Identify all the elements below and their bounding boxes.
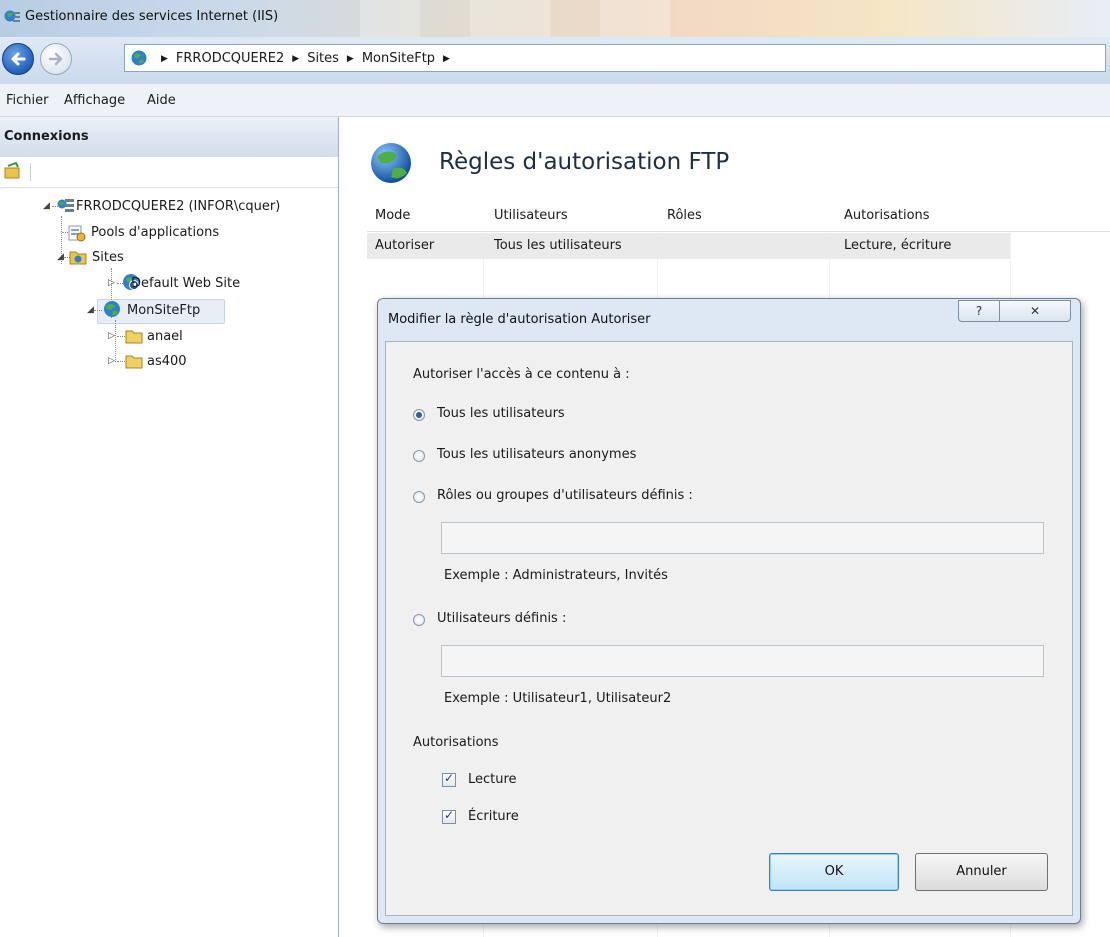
- tree-label-sites: Sites: [92, 250, 124, 265]
- column-header-users[interactable]: Utilisateurs: [494, 208, 568, 223]
- collapse-icon[interactable]: ◢: [57, 252, 64, 262]
- access-prompt: Autoriser l'accès à ce contenu à :: [413, 367, 630, 382]
- globe-icon: [131, 50, 147, 66]
- window-titlebar: Gestionnaire des services Internet (IIS): [0, 0, 1110, 37]
- breadcrumb-item-sites[interactable]: Sites: [307, 51, 339, 66]
- titlebar-glass-decoration: [600, 0, 670, 37]
- column-header-roles[interactable]: Rôles: [667, 208, 702, 223]
- radio-specified-users[interactable]: [413, 614, 425, 626]
- cell-users: Tous les utilisateurs: [494, 238, 622, 253]
- tree-label-default-site: Default Web Site: [131, 276, 241, 291]
- tree-label-folder-anael: anael: [147, 329, 183, 344]
- server-icon: [57, 199, 74, 212]
- users-example: Exemple : Utilisateur1, Utilisateur2: [444, 691, 672, 706]
- permissions-heading: Autorisations: [413, 735, 499, 750]
- menu-fichier[interactable]: Fichier: [6, 93, 49, 108]
- tree-label-server: FRRODCQUERE2 (INFOR\cquer): [76, 199, 281, 214]
- edit-rule-dialog: Modifier la règle d'autorisation Autoris…: [377, 298, 1081, 924]
- tree-item-server[interactable]: ◢ FRRODCQUERE2 (INFOR\cquer): [0, 196, 338, 218]
- connections-title: Connexions: [4, 129, 89, 144]
- globe-icon: [371, 143, 411, 183]
- help-icon: ?: [975, 304, 983, 318]
- roles-input[interactable]: [441, 522, 1044, 554]
- expand-icon[interactable]: ▷: [108, 278, 115, 288]
- cell-permissions: Lecture, écriture: [844, 238, 952, 253]
- menu-aide[interactable]: Aide: [147, 93, 176, 108]
- tree-item-folder-as400[interactable]: ▷ as400: [0, 351, 338, 373]
- connections-header: Connexions: [0, 117, 338, 158]
- tree-connector: [117, 336, 125, 337]
- label-all-users[interactable]: Tous les utilisateurs: [437, 406, 565, 421]
- tree-item-pools[interactable]: Pools d'applications: [0, 222, 338, 244]
- breadcrumb-separator-icon[interactable]: ▶: [347, 54, 354, 64]
- window-title: Gestionnaire des services Internet (IIS): [25, 9, 279, 24]
- tree-connector: [117, 361, 125, 362]
- titlebar-glass-decoration: [360, 0, 420, 37]
- navigation-bar: ▶ FRRODCQUERE2 ▶ Sites ▶ MonSiteFtp ▶: [0, 37, 1110, 85]
- tree-connector: [94, 310, 102, 311]
- menu-affichage[interactable]: Affichage: [64, 93, 125, 108]
- users-input[interactable]: [441, 645, 1044, 677]
- close-icon: ✕: [1029, 304, 1041, 318]
- table-row[interactable]: Autoriser Tous les utilisateurs Lecture,…: [367, 233, 1010, 259]
- connect-icon[interactable]: [4, 162, 22, 180]
- address-bar[interactable]: ▶ FRRODCQUERE2 ▶ Sites ▶ MonSiteFtp ▶: [124, 44, 1106, 72]
- collapse-icon[interactable]: ◢: [87, 305, 94, 315]
- connections-toolbar: [0, 157, 338, 188]
- label-read[interactable]: Lecture: [468, 772, 517, 787]
- breadcrumb-separator-icon[interactable]: ▶: [443, 54, 450, 64]
- forward-button[interactable]: [40, 43, 72, 75]
- tree-item-default-site[interactable]: ▷ Default Web Site: [0, 273, 338, 295]
- arrow-left-icon: [11, 52, 26, 66]
- radio-roles-groups[interactable]: [413, 491, 425, 503]
- menu-bar: Fichier Affichage Aide: [0, 84, 1110, 117]
- column-header-mode[interactable]: Mode: [375, 208, 410, 223]
- collapse-icon[interactable]: ◢: [43, 201, 50, 211]
- tree-item-sites[interactable]: ◢ Sites: [0, 247, 338, 269]
- breadcrumb-separator-icon[interactable]: ▶: [292, 54, 299, 64]
- tree-item-ftp-site[interactable]: ◢ MonSiteFtp: [0, 300, 338, 322]
- help-button[interactable]: ?: [958, 300, 1000, 322]
- breadcrumb-separator-icon[interactable]: ▶: [161, 54, 168, 64]
- breadcrumb-item-server[interactable]: FRRODCQUERE2: [176, 51, 284, 66]
- sites-folder-icon: [69, 251, 87, 265]
- label-specified-users[interactable]: Utilisateurs définis :: [437, 611, 566, 626]
- dialog-body: Autoriser l'accès à ce contenu à : Tous …: [385, 341, 1073, 916]
- globe-icon: [104, 301, 120, 317]
- checkmark-icon: ✓: [444, 771, 455, 785]
- write-checkbox[interactable]: ✓: [442, 808, 456, 824]
- close-button[interactable]: ✕: [999, 300, 1071, 322]
- checkmark-icon: ✓: [444, 808, 455, 822]
- tree-item-folder-anael[interactable]: ▷ anael: [0, 326, 338, 348]
- page-title: Règles d'autorisation FTP: [439, 149, 730, 175]
- ok-button[interactable]: OK: [769, 853, 899, 891]
- iis-app-icon: [4, 10, 20, 22]
- arrow-right-icon: [48, 52, 63, 66]
- read-checkbox[interactable]: ✓: [442, 771, 456, 787]
- toolbar-separator: [30, 163, 31, 181]
- tree-label-folder-as400: as400: [147, 354, 187, 369]
- breadcrumb-item-site[interactable]: MonSiteFtp: [362, 51, 435, 66]
- label-anonymous-users[interactable]: Tous les utilisateurs anonymes: [437, 447, 636, 462]
- breadcrumb: ▶ FRRODCQUERE2 ▶ Sites ▶ MonSiteFtp ▶: [153, 51, 458, 66]
- column-header-permissions[interactable]: Autorisations: [844, 208, 930, 223]
- radio-anonymous-users[interactable]: [413, 450, 425, 462]
- expand-icon[interactable]: ▷: [108, 356, 115, 366]
- cancel-button[interactable]: Annuler: [915, 853, 1048, 891]
- folder-icon: [125, 355, 143, 369]
- back-button[interactable]: [2, 43, 34, 75]
- expand-icon[interactable]: ▷: [108, 331, 115, 341]
- label-write[interactable]: Écriture: [468, 809, 519, 824]
- app-pool-icon: [68, 225, 86, 242]
- cell-mode: Autoriser: [375, 238, 435, 253]
- label-roles-groups[interactable]: Rôles ou groupes d'utilisateurs définis …: [437, 488, 693, 503]
- radio-all-users[interactable]: [413, 409, 425, 421]
- titlebar-glass-decoration: [470, 0, 550, 37]
- dialog-title: Modifier la règle d'autorisation Autoris…: [388, 312, 651, 327]
- roles-example: Exemple : Administrateurs, Invités: [444, 568, 668, 583]
- tree-label-pools: Pools d'applications: [91, 225, 220, 240]
- tree-label-ftp-site: MonSiteFtp: [127, 303, 201, 318]
- folder-icon: [125, 330, 143, 344]
- rules-table-header: Mode Utilisateurs Rôles Autorisations: [367, 202, 1110, 232]
